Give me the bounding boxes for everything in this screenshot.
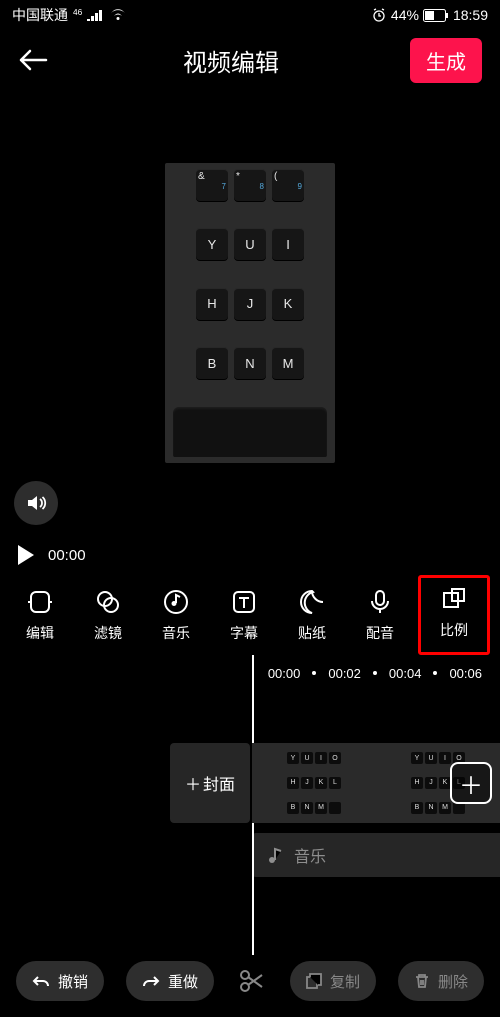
play-button[interactable] <box>16 544 36 566</box>
volume-icon <box>25 492 47 514</box>
cover-button[interactable]: ＋封面 <box>170 743 250 823</box>
tool-label: 音乐 <box>162 623 190 643</box>
video-preview[interactable]: &7 *8 (9 Y U I H J K B N M <box>0 90 500 535</box>
tool-ratio[interactable]: 比例 <box>418 575 490 655</box>
delete-button[interactable]: 删除 <box>398 961 484 1001</box>
copy-button[interactable]: 复制 <box>290 961 376 1001</box>
music-note-icon <box>266 846 284 864</box>
current-time: 00:00 <box>48 547 86 564</box>
music-label: 音乐 <box>294 843 326 867</box>
alarm-icon <box>371 7 387 23</box>
tool-sticker[interactable]: 贴纸 <box>282 587 342 643</box>
tool-edit[interactable]: 编辑 <box>10 587 70 643</box>
tool-label: 贴纸 <box>298 623 326 643</box>
generate-button[interactable]: 生成 <box>410 38 482 83</box>
signal-icon <box>87 9 105 21</box>
tool-toolbar: 编辑 滤镜 音乐 字幕 贴纸 配音 比例 <box>0 575 500 655</box>
scissors-icon <box>238 967 266 995</box>
music-icon <box>161 587 191 617</box>
music-track[interactable]: 音乐 <box>252 833 500 877</box>
status-bar: 中国联通 46 44% 18:59 <box>0 0 500 30</box>
redo-icon <box>142 974 160 988</box>
redo-button[interactable]: 重做 <box>126 961 214 1001</box>
spacebar-graphic <box>173 407 327 457</box>
time-mark: 00:06 <box>449 666 482 681</box>
page-title: 视频编辑 <box>183 43 279 78</box>
arrow-left-icon <box>18 48 48 72</box>
clip-track[interactable]: ＋封面 YUIO HJKL BNM YUIO HJKL BNM ＋ <box>0 741 500 825</box>
time-mark: 00:00 <box>268 666 301 681</box>
time-mark: 00:04 <box>389 666 422 681</box>
time-ruler: 00:00 00:02 00:04 00:06 <box>0 655 500 691</box>
undo-button[interactable]: 撤销 <box>16 961 104 1001</box>
subtitle-icon <box>229 587 259 617</box>
top-nav: 视频编辑 生成 <box>0 30 500 90</box>
copy-icon <box>306 973 322 989</box>
video-clip[interactable]: YUIO HJKL BNM YUIO HJKL BNM ＋ <box>252 743 500 823</box>
bottom-bar: 撤销 重做 复制 删除 <box>0 961 500 1001</box>
battery-icon <box>423 9 449 22</box>
edit-icon <box>25 587 55 617</box>
carrier-label: 中国联通 <box>12 5 68 25</box>
tool-subtitle[interactable]: 字幕 <box>214 587 274 643</box>
filter-icon <box>93 587 123 617</box>
tool-label: 编辑 <box>26 623 54 643</box>
timeline[interactable]: 00:00 00:02 00:04 00:06 ＋封面 YUIO HJKL BN… <box>0 655 500 955</box>
tool-label: 配音 <box>366 623 394 643</box>
tool-label: 字幕 <box>230 623 258 643</box>
trash-icon <box>414 973 430 989</box>
volume-button[interactable] <box>14 481 58 525</box>
cut-button[interactable] <box>236 965 268 997</box>
preview-content: &7 *8 (9 Y U I H J K B N M <box>165 163 335 463</box>
add-clip-button[interactable]: ＋ <box>450 762 492 804</box>
tool-label: 滤镜 <box>94 623 122 643</box>
time-mark: 00:02 <box>328 666 361 681</box>
player-controls: 00:00 <box>0 535 500 575</box>
mic-icon <box>365 587 395 617</box>
battery-pct: 44% <box>391 7 419 23</box>
network-badge: 46 <box>72 6 83 23</box>
sticker-icon <box>297 587 327 617</box>
wifi-icon <box>109 9 127 21</box>
ratio-icon <box>439 584 469 614</box>
tool-label: 比例 <box>440 620 468 640</box>
tool-music[interactable]: 音乐 <box>146 587 206 643</box>
tool-voice[interactable]: 配音 <box>350 587 410 643</box>
clock: 18:59 <box>453 7 488 23</box>
tool-filter[interactable]: 滤镜 <box>78 587 138 643</box>
undo-icon <box>32 974 50 988</box>
back-button[interactable] <box>18 43 52 77</box>
plus-icon: ＋ <box>459 766 483 801</box>
plus-icon: ＋ <box>185 771 201 795</box>
